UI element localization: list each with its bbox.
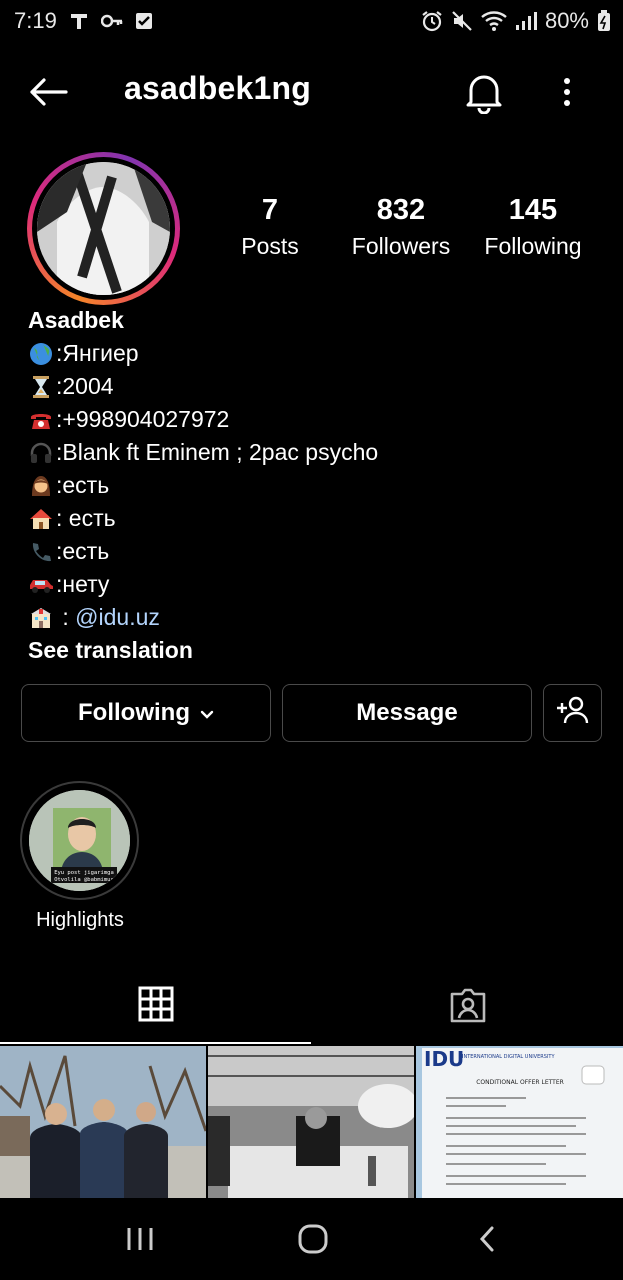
more-vertical-icon[interactable] <box>552 70 582 114</box>
house-icon <box>28 506 54 532</box>
add-user-icon <box>556 695 590 732</box>
wifi-icon <box>481 11 507 31</box>
tagged-icon <box>449 986 487 1029</box>
stat-following[interactable]: 145 Following <box>475 194 591 260</box>
idu-university-text: INTERNATIONAL DIGITAL UNIVERSITY <box>462 1054 555 1060</box>
stat-followers[interactable]: 832 Followers <box>340 194 462 260</box>
car-icon <box>28 572 54 598</box>
alarm-icon <box>421 10 443 32</box>
idu-logo-text: IDU <box>424 1047 464 1071</box>
profile-stats: 7 Posts 832 Followers 145 Following <box>220 194 600 274</box>
battery-icon <box>597 10 611 32</box>
story-highlight[interactable]: Eyu post jigarimga Otvolila @babmimus Hi… <box>20 781 140 931</box>
bio-line: :есть <box>28 535 608 568</box>
bio-line: :Янгиер <box>28 337 608 370</box>
tiktok-icon <box>69 11 89 31</box>
bell-icon[interactable] <box>462 70 506 115</box>
checkbox-icon <box>135 12 153 30</box>
highlight-ring: Eyu post jigarimga Otvolila @babmimus <box>20 781 139 900</box>
profile-header: asadbek1ng <box>0 60 623 122</box>
profile-tabs <box>0 970 623 1044</box>
following-count: 145 <box>508 194 558 226</box>
bio-link[interactable]: @idu.uz <box>75 601 160 634</box>
home-icon[interactable] <box>283 1214 343 1264</box>
chevron-down-icon <box>200 699 214 727</box>
tab-grid[interactable] <box>0 970 311 1044</box>
grid-icon <box>138 986 174 1027</box>
highlight-label: Highlights <box>36 909 124 931</box>
mute-icon <box>451 10 473 32</box>
status-time: 7:19 <box>14 8 57 33</box>
add-user-button[interactable] <box>543 684 602 742</box>
system-nav-bar <box>0 1198 623 1280</box>
see-translation-link[interactable]: See translation <box>28 634 608 667</box>
posts-grid: IDU INTERNATIONAL DIGITAL UNIVERSITY CON… <box>0 1046 623 1198</box>
girl-icon <box>28 473 54 499</box>
profile-bio: Asadbek :Янгиер :2004 :+998904027972 :Bl… <box>28 304 608 667</box>
post-thumbnail[interactable] <box>208 1046 414 1198</box>
avatar <box>37 162 170 295</box>
school-icon <box>28 605 54 631</box>
bio-line: :нету <box>28 568 608 601</box>
highlight-caption-2: Otvolila @babmimus <box>54 877 114 883</box>
bio-line: :+998904027972 <box>28 403 608 436</box>
following-label: Following <box>484 233 582 259</box>
back-nav-icon[interactable] <box>457 1214 517 1264</box>
message-button[interactable]: Message <box>282 684 532 742</box>
back-arrow-icon[interactable] <box>26 72 70 112</box>
recent-apps-icon[interactable] <box>110 1214 170 1264</box>
bio-line: :2004 <box>28 370 608 403</box>
battery-percent: 80% <box>544 8 589 33</box>
bio-line: :Blank ft Eminem ; 2pac psycho <box>28 436 608 469</box>
highlight-caption-1: Eyu post jigarimga <box>54 870 114 876</box>
hourglass-icon <box>28 374 54 400</box>
followers-count: 832 <box>376 194 426 226</box>
highlight-cover-image: Eyu post jigarimga Otvolila @babmimus <box>29 790 130 891</box>
profile-name: Asadbek <box>28 307 124 333</box>
bio-line: : @idu.uz <box>28 601 608 634</box>
bio-line: : есть <box>28 502 608 535</box>
username-title: asadbek1ng <box>124 70 311 106</box>
headphones-icon <box>28 440 54 466</box>
message-button-label: Message <box>356 699 458 726</box>
globe-icon <box>28 341 54 367</box>
posts-label: Posts <box>241 233 299 259</box>
bio-line: :есть <box>28 469 608 502</box>
following-button[interactable]: Following <box>21 684 271 742</box>
status-bar: 7:19 80% <box>0 0 623 42</box>
tab-tagged[interactable] <box>312 970 623 1044</box>
post-thumbnail[interactable] <box>0 1046 206 1198</box>
phone-receiver-icon <box>28 539 54 565</box>
signal-icon <box>515 11 537 31</box>
letter-title-text: CONDITIONAL OFFER LETTER <box>476 1079 564 1086</box>
key-icon <box>100 13 123 29</box>
post-thumbnail[interactable]: IDU INTERNATIONAL DIGITAL UNIVERSITY CON… <box>416 1046 623 1198</box>
story-ring[interactable] <box>27 152 180 305</box>
stat-posts[interactable]: 7 Posts <box>220 194 320 260</box>
posts-count: 7 <box>261 194 279 226</box>
following-button-label: Following <box>78 699 190 726</box>
followers-label: Followers <box>351 233 451 259</box>
telephone-icon <box>28 407 54 433</box>
